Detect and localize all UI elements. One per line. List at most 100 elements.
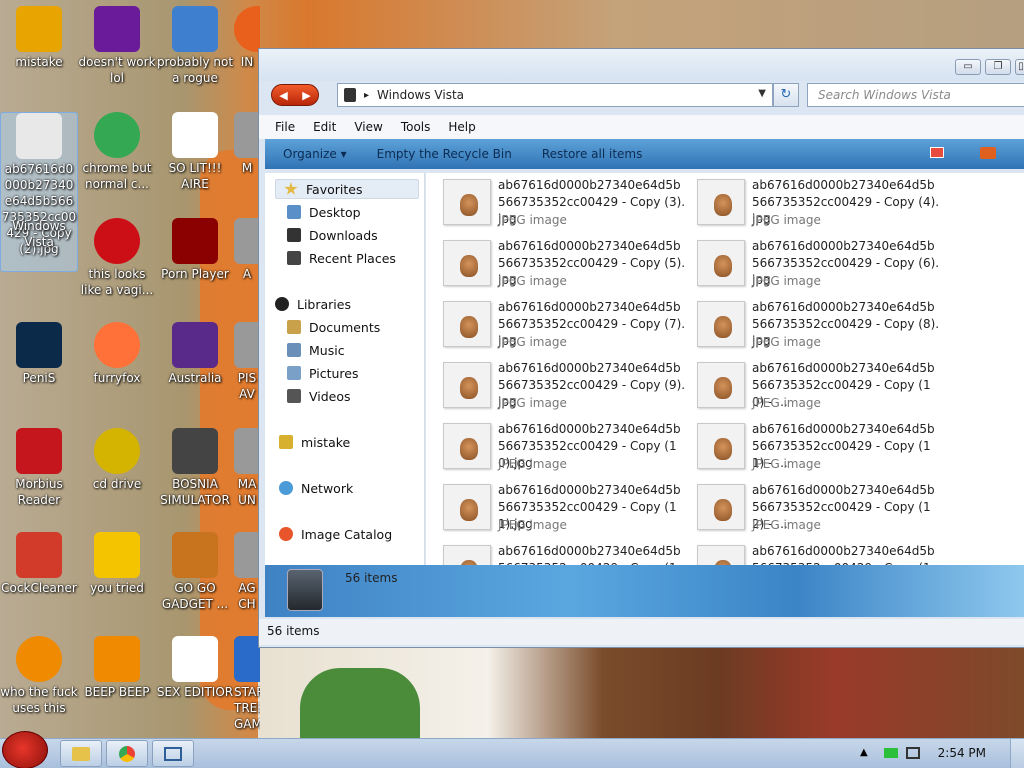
desktop-icon-item[interactable]: SEX EDITIOR bbox=[156, 636, 234, 700]
menu-file[interactable]: File bbox=[275, 120, 295, 134]
file-item[interactable]: ab67616d0000b27340e64d5b566735352cc00429… bbox=[426, 234, 685, 290]
view-options-icon[interactable] bbox=[930, 147, 944, 158]
tray-arrow-icon[interactable]: ▲ bbox=[860, 747, 868, 758]
nav-network[interactable]: Network bbox=[279, 478, 353, 498]
file-item[interactable]: ab67616d0000b27340e64d5b566735352cc00429… bbox=[680, 478, 935, 534]
image-thumbnail-icon bbox=[16, 113, 62, 159]
desktop-icon-item[interactable]: PeniS bbox=[0, 322, 78, 386]
desktop-icon-item[interactable]: furryfox bbox=[78, 322, 156, 386]
start-button[interactable] bbox=[2, 731, 48, 768]
file-item[interactable]: ab67616d0000b27340e64d5b566735352cc00429… bbox=[680, 295, 939, 351]
desktop-icon-item[interactable]: CockCleaner bbox=[0, 532, 78, 596]
file-item[interactable]: ab67616d0000b27340e64d5b566735352cc00429… bbox=[426, 356, 685, 412]
downloads-icon bbox=[287, 228, 301, 242]
nav-mistake[interactable]: mistake bbox=[279, 432, 350, 452]
desktop-icon-item[interactable]: Morbius Reader bbox=[0, 428, 78, 508]
maximize-button[interactable]: ❐ bbox=[985, 59, 1011, 75]
close-button[interactable]: ▯ bbox=[1015, 59, 1024, 75]
command-bar: Organize ▾ Empty the Recycle Bin Restore… bbox=[265, 139, 1024, 169]
hxd-icon bbox=[172, 636, 218, 682]
desktop-icon-label: Windows Vista bbox=[12, 219, 66, 249]
file-item[interactable]: ab67616d0000b27340e64d5b566735352cc00429… bbox=[426, 478, 681, 534]
desktop-icon-item[interactable]: STAR TREK GAME bbox=[234, 636, 260, 732]
image-thumbnail-icon bbox=[443, 484, 491, 530]
empty-recycle-bin-button[interactable]: Empty the Recycle Bin bbox=[377, 147, 512, 161]
desktop-icon-item[interactable]: cd drive bbox=[78, 428, 156, 492]
recycle-bin-icon bbox=[344, 88, 356, 102]
desktop-icon-item[interactable]: probably not a rogue bbox=[156, 6, 234, 86]
search-input[interactable]: Search Windows Vista bbox=[807, 83, 1024, 107]
preview-pane-icon[interactable] bbox=[980, 147, 996, 159]
forward-icon[interactable]: ▶ bbox=[302, 89, 310, 102]
desktop-icon-item[interactable]: doesn't work lol bbox=[78, 6, 156, 86]
desktop-icon-label: MA UN bbox=[237, 477, 257, 507]
file-item[interactable]: ab67616d0000b27340e64d5b566735352cc00429… bbox=[680, 539, 935, 565]
nav-videos[interactable]: Videos bbox=[287, 386, 351, 406]
file-item[interactable]: ab67616d0000b27340e64d5b566735352cc00429… bbox=[426, 539, 681, 565]
file-item[interactable]: ab67616d0000b27340e64d5b566735352cc00429… bbox=[680, 234, 939, 290]
nav-label: Documents bbox=[309, 319, 381, 335]
desktop-icon-item[interactable]: you tried bbox=[78, 532, 156, 596]
show-desktop-button[interactable] bbox=[1010, 739, 1024, 768]
file-item[interactable]: ab67616d0000b27340e64d5b566735352cc00429… bbox=[426, 417, 681, 473]
file-item[interactable]: ab67616d0000b27340e64d5b566735352cc00429… bbox=[426, 173, 685, 229]
back-icon[interactable]: ◀ bbox=[279, 89, 287, 102]
desktop-icon-item[interactable]: Australia bbox=[156, 322, 234, 386]
back-forward-buttons[interactable]: ◀ ▶ bbox=[271, 84, 319, 106]
address-text: Windows Vista bbox=[377, 88, 465, 102]
desktop-icon-item[interactable]: MA UN bbox=[234, 428, 260, 508]
address-bar[interactable]: ▸ Windows Vista ▼ bbox=[337, 83, 773, 107]
desktop-icon-item[interactable]: who the fuck uses this bbox=[0, 636, 78, 716]
battery-icon[interactable] bbox=[884, 748, 898, 758]
refresh-button[interactable]: ↻ bbox=[773, 83, 799, 107]
network-tray-icon[interactable] bbox=[906, 747, 920, 759]
file-item[interactable]: ab67616d0000b27340e64d5b566735352cc00429… bbox=[680, 356, 935, 412]
nav-music[interactable]: Music bbox=[287, 340, 345, 360]
desktop-icon-item[interactable]: GO GO GADGET ... bbox=[156, 532, 234, 612]
nav-favorites[interactable]: Favorites bbox=[275, 179, 419, 199]
menu-view[interactable]: View bbox=[354, 120, 382, 134]
nav-image-catalog[interactable]: Image Catalog bbox=[279, 524, 392, 544]
nav-libraries[interactable]: Libraries bbox=[275, 294, 351, 314]
nav-recent-places[interactable]: Recent Places bbox=[287, 248, 396, 268]
desktop-icon-item[interactable]: M bbox=[234, 112, 260, 176]
desktop-icon-label: this looks like a vagi... bbox=[80, 267, 154, 297]
desktop-icon-item[interactable]: Windows Vista bbox=[0, 218, 78, 250]
nav-pictures[interactable]: Pictures bbox=[287, 363, 359, 383]
desktop-icon-item[interactable]: chrome but normal c... bbox=[78, 112, 156, 192]
file-item[interactable]: ab67616d0000b27340e64d5b566735352cc00429… bbox=[426, 295, 685, 351]
image-thumbnail-icon bbox=[697, 484, 745, 530]
address-dropdown-icon[interactable]: ▼ bbox=[758, 88, 766, 99]
menu-help[interactable]: Help bbox=[448, 120, 475, 134]
nav-desktop[interactable]: Desktop bbox=[287, 202, 361, 222]
clock[interactable]: 2:54 PM bbox=[938, 746, 986, 760]
address-separator: ▸ bbox=[364, 89, 370, 101]
menu-tools[interactable]: Tools bbox=[401, 120, 431, 134]
desktop-icon-item[interactable]: AG CH bbox=[234, 532, 260, 612]
desktop-icon-item[interactable]: mistake bbox=[0, 6, 78, 70]
nav-downloads[interactable]: Downloads bbox=[287, 225, 378, 245]
desktop-icon-item[interactable]: IN bbox=[234, 6, 260, 70]
file-item[interactable]: ab67616d0000b27340e64d5b566735352cc00429… bbox=[680, 173, 939, 229]
desktop-icon-item[interactable]: Porn Player bbox=[156, 218, 234, 282]
desktop-icon-item[interactable]: BEEP BEEP bbox=[78, 636, 156, 700]
desktop-icon-item[interactable]: this looks like a vagi... bbox=[78, 218, 156, 298]
taskbar-chrome[interactable] bbox=[106, 740, 148, 767]
desktop-icon-item[interactable]: A bbox=[234, 218, 260, 282]
taskbar-window[interactable] bbox=[152, 740, 194, 767]
desktop-icon-label: Australia bbox=[168, 371, 222, 385]
partial-icon bbox=[234, 428, 260, 474]
nav-label: Pictures bbox=[309, 365, 359, 381]
nav-documents[interactable]: Documents bbox=[287, 317, 380, 337]
file-item[interactable]: ab67616d0000b27340e64d5b566735352cc00429… bbox=[680, 417, 935, 473]
organize-button[interactable]: Organize ▾ bbox=[283, 147, 347, 161]
details-item-count: 56 items bbox=[345, 571, 398, 585]
minimize-button[interactable]: ▭ bbox=[955, 59, 981, 75]
desktop-icon-item[interactable]: BOSNIA SIMULATOR bbox=[156, 428, 234, 508]
desktop-icon-item[interactable]: PIS AV bbox=[234, 322, 260, 402]
menu-edit[interactable]: Edit bbox=[313, 120, 336, 134]
taskbar-explorer[interactable] bbox=[60, 740, 102, 767]
desktop-icon-item[interactable]: SO LIT!!! AIRE bbox=[156, 112, 234, 192]
title-bar[interactable]: ▭ ❐ ▯ bbox=[259, 49, 1024, 81]
restore-all-button[interactable]: Restore all items bbox=[542, 147, 643, 161]
